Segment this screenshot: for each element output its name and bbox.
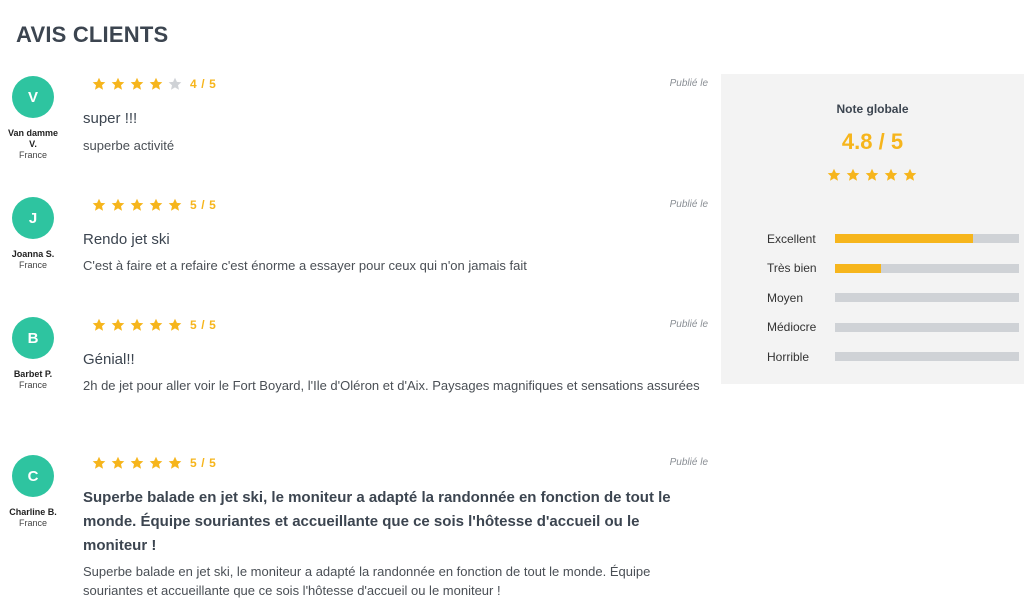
review-title: super !!!: [83, 110, 138, 127]
score-label: 5 / 5: [190, 456, 217, 470]
star-filled-icon: [111, 456, 127, 471]
review-body: 2h de jet pour aller voir le Fort Boyard…: [83, 378, 700, 393]
author-country: France: [18, 518, 47, 528]
star-empty-icon: [168, 77, 184, 92]
avatar: C: [12, 455, 54, 497]
summary-label: Note globale: [836, 102, 909, 116]
rating-stars: [92, 318, 184, 333]
breakdown-row: Excellent: [767, 224, 1024, 254]
rating-stars: [92, 456, 184, 471]
rating-row: 4 / 5: [92, 76, 216, 92]
reviewer-info: C Charline B. France: [0, 455, 66, 528]
star-filled-icon: [168, 456, 184, 471]
reviewer-info: B Barbet P. France: [0, 317, 66, 390]
breakdown-bar: [835, 352, 1019, 362]
rating-row: 5 / 5: [92, 455, 216, 471]
star-filled-icon: [168, 318, 184, 333]
star-filled-icon: [130, 318, 146, 333]
review-body: superbe activité: [83, 138, 175, 153]
breakdown-bar-fill: [835, 263, 881, 273]
breakdown-label: Médiocre: [767, 320, 817, 335]
star-filled-icon: [884, 168, 900, 183]
star-filled-icon: [846, 168, 862, 183]
published-label: Publié le: [669, 199, 708, 210]
breakdown-label: Moyen: [767, 290, 804, 305]
star-filled-icon: [149, 198, 165, 213]
author-name: Joanna S.: [11, 249, 55, 259]
review-title: Génial!!: [83, 351, 135, 368]
author-name: Van damme V.: [7, 128, 59, 149]
star-filled-icon: [865, 168, 881, 183]
rating-stars: [92, 198, 184, 213]
star-filled-icon: [149, 77, 165, 92]
reviewer-info: V Van damme V. France: [0, 76, 66, 160]
avatar: V: [12, 76, 54, 118]
reviewer-info: J Joanna S. France: [0, 197, 66, 270]
star-filled-icon: [827, 168, 843, 183]
author-country: France: [18, 150, 47, 160]
review-body: Superbe balade en jet ski, le moniteur a…: [83, 564, 651, 598]
breakdown-bar: [835, 234, 1019, 244]
avatar: J: [12, 197, 54, 239]
star-filled-icon: [92, 77, 108, 92]
score-label: 5 / 5: [190, 318, 217, 332]
score-label: 5 / 5: [190, 198, 217, 212]
breakdown-row: Très bien: [767, 254, 1024, 284]
star-filled-icon: [149, 318, 165, 333]
breakdown-label: Très bien: [767, 261, 817, 276]
rating-row: 5 / 5: [92, 317, 216, 333]
author-country: France: [18, 380, 47, 390]
summary-score: 4.8 / 5: [841, 129, 904, 154]
page-title: AVIS CLIENTS: [16, 22, 169, 47]
star-filled-icon: [130, 456, 146, 471]
published-label: Publié le: [669, 319, 708, 330]
review-body: C'est à faire et a refaire c'est énorme …: [83, 258, 527, 273]
author-name: Barbet P.: [13, 369, 53, 379]
breakdown-bar: [835, 322, 1019, 332]
breakdown-bar-fill: [835, 234, 973, 244]
breakdown-label: Horrible: [767, 349, 810, 364]
star-filled-icon: [92, 318, 108, 333]
star-filled-icon: [130, 198, 146, 213]
star-filled-icon: [92, 456, 108, 471]
star-filled-icon: [111, 77, 127, 92]
score-label: 4 / 5: [190, 77, 217, 91]
rating-stars: [92, 77, 184, 92]
star-filled-icon: [149, 456, 165, 471]
breakdown-row: Moyen: [767, 283, 1024, 313]
summary-stars: [721, 168, 1024, 183]
breakdown-row: Médiocre: [767, 313, 1024, 343]
star-filled-icon: [903, 168, 919, 183]
star-filled-icon: [111, 318, 127, 333]
author-name: Charline B.: [9, 507, 57, 517]
rating-breakdown: Excellent Très bien Moyen Médiocre Horri…: [767, 224, 1024, 372]
breakdown-row: Horrible: [767, 342, 1024, 372]
published-label: Publié le: [669, 78, 708, 89]
avatar: B: [12, 317, 54, 359]
rating-row: 5 / 5: [92, 197, 216, 213]
rating-summary-panel: Note globale 4.8 / 5 Excellent Très bien…: [721, 74, 1024, 384]
star-filled-icon: [92, 198, 108, 213]
star-filled-icon: [111, 198, 127, 213]
star-filled-icon: [130, 77, 146, 92]
breakdown-bar: [835, 263, 1019, 273]
author-country: France: [18, 260, 47, 270]
published-label: Publié le: [669, 457, 708, 468]
review-title: Rendo jet ski: [83, 231, 170, 248]
breakdown-bar: [835, 293, 1019, 303]
breakdown-label: Excellent: [767, 231, 816, 246]
review-title: Superbe balade en jet ski, le moniteur a…: [83, 489, 671, 554]
star-filled-icon: [168, 198, 184, 213]
